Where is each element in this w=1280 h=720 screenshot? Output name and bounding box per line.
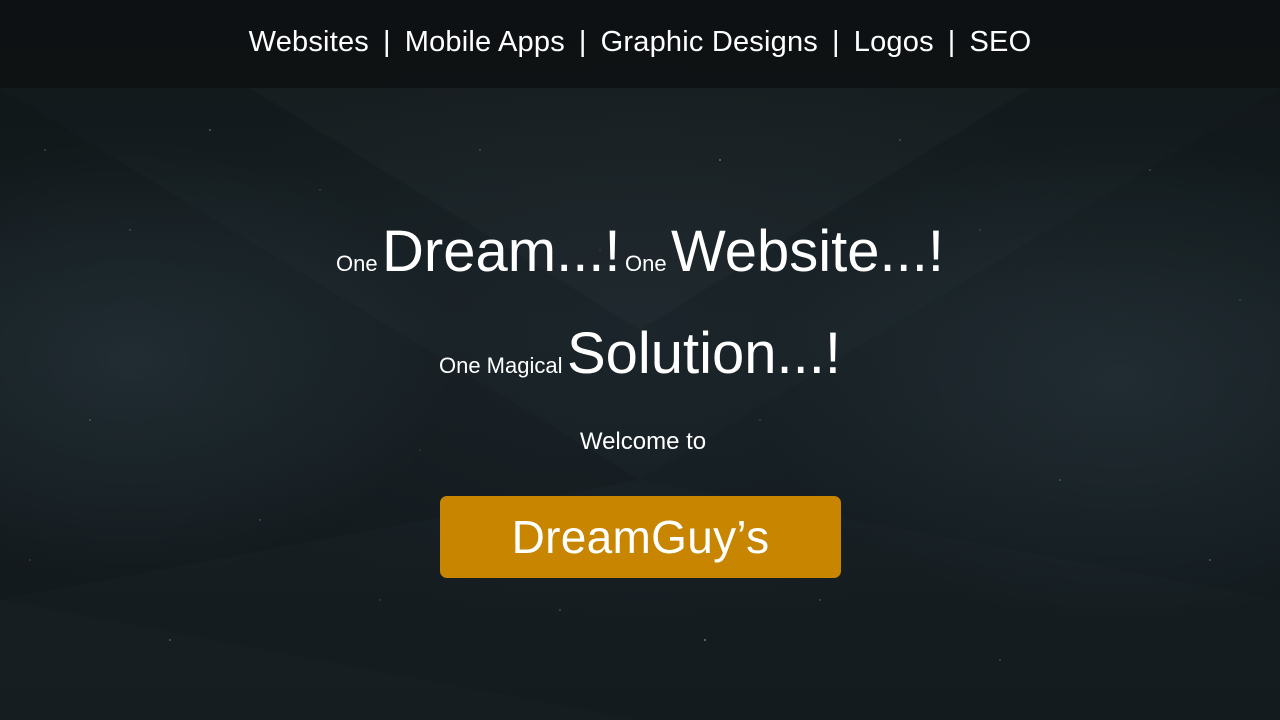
nav-link-graphic-designs[interactable]: Graphic Designs [601,26,818,59]
nav-link-logos[interactable]: Logos [854,26,934,59]
nav-link-websites[interactable]: Websites [249,26,369,59]
hero-tagline-line-2: One Magical Solution...! [0,320,1280,387]
nav-menu: Websites | Mobile Apps | Graphic Designs… [249,26,1032,59]
nav-link-seo[interactable]: SEO [970,26,1032,59]
tagline-prefix: One [336,251,378,276]
brand-button[interactable]: DreamGuy’s [440,496,841,578]
tagline-word-website: Website...! [671,219,944,284]
nav-separator: | [382,25,391,58]
brand-name: DreamGuy’s [511,511,770,563]
nav-separator: | [578,25,587,58]
hero-tagline-line-1: One Dream...! One Website...! [0,218,1280,285]
tagline-word-dream: Dream...! [382,219,621,284]
nav-separator: | [832,25,840,58]
welcome-text: Welcome to [579,428,707,455]
nav-separator: | [947,25,956,58]
tagline-prefix: One [625,251,667,276]
top-navigation: Websites | Mobile Apps | Graphic Designs… [0,0,1280,88]
nav-link-mobile-apps[interactable]: Mobile Apps [405,26,565,59]
tagline-prefix: One Magical [438,353,563,378]
tagline-word-solution: Solution...! [566,321,842,386]
